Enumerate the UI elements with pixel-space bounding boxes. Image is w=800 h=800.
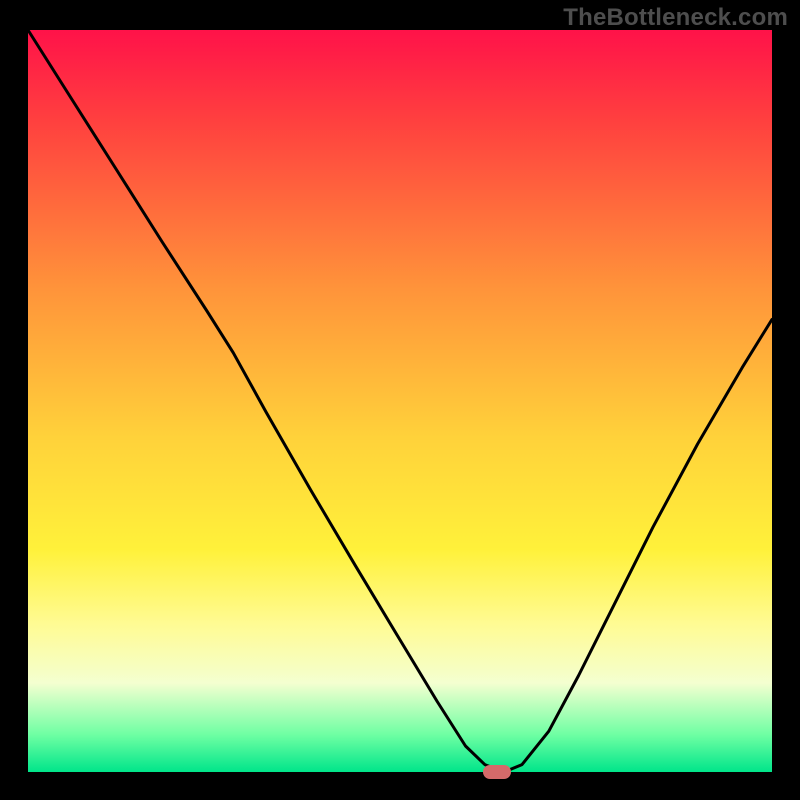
- chart-frame: TheBottleneck.com: [0, 0, 800, 800]
- series-path: [28, 30, 772, 772]
- watermark-text: TheBottleneck.com: [563, 4, 788, 32]
- valley-marker: [483, 765, 511, 779]
- plot-area: [28, 30, 772, 772]
- line-series: [28, 30, 772, 772]
